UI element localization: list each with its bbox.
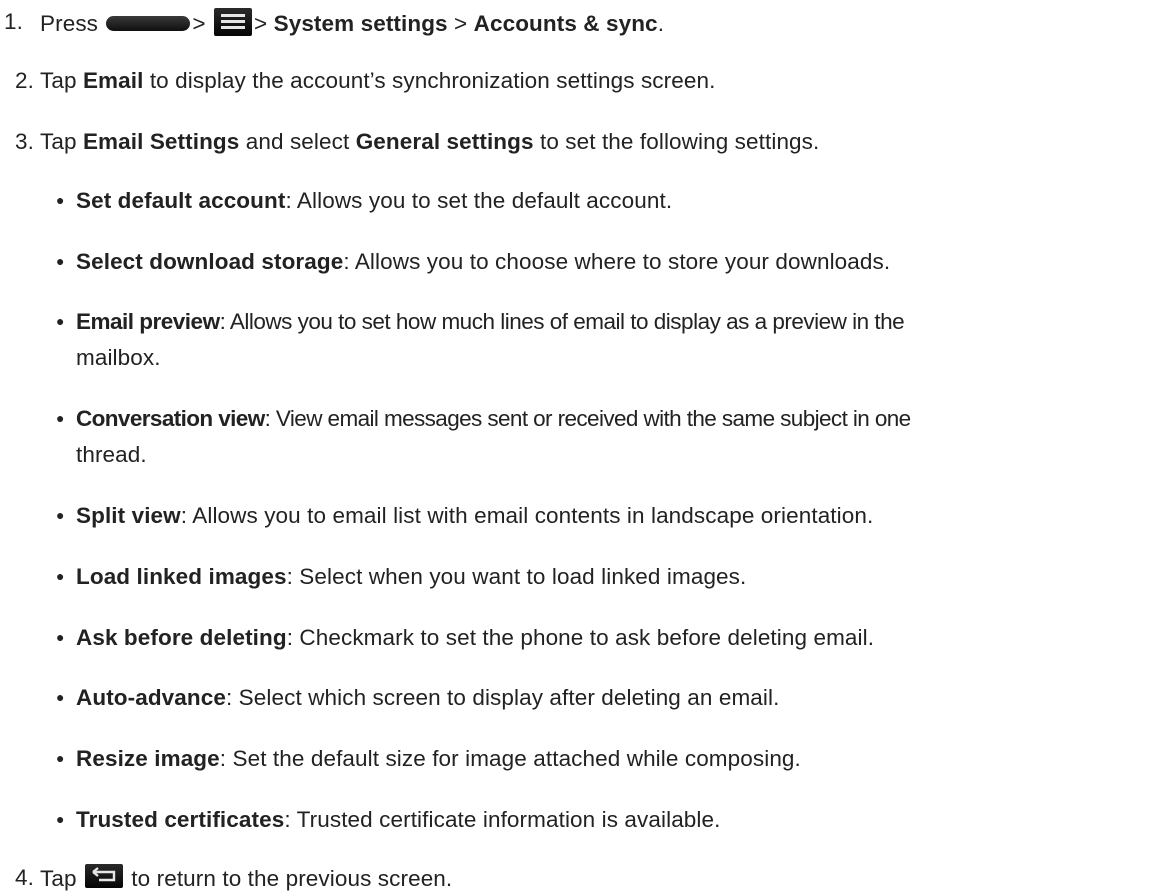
step-text: Tap to return to the previous screen. bbox=[40, 864, 453, 891]
step-number: 2. bbox=[15, 68, 34, 93]
instructions-page: 1. Press > > System settings > Accounts … bbox=[0, 0, 1175, 896]
step-text: Press > > System settings > Accounts & s… bbox=[40, 8, 664, 42]
menu-key-icon bbox=[213, 8, 252, 36]
back-key-icon bbox=[84, 864, 123, 888]
step-number: 4. bbox=[15, 865, 34, 890]
step-text: Tap Email to display the account’s synch… bbox=[40, 68, 716, 93]
home-key-icon bbox=[106, 16, 191, 31]
step-number: 1. bbox=[4, 9, 23, 34]
step-text: Tap Email Settings and select General se… bbox=[40, 129, 820, 154]
step-number: 3. bbox=[15, 129, 34, 154]
